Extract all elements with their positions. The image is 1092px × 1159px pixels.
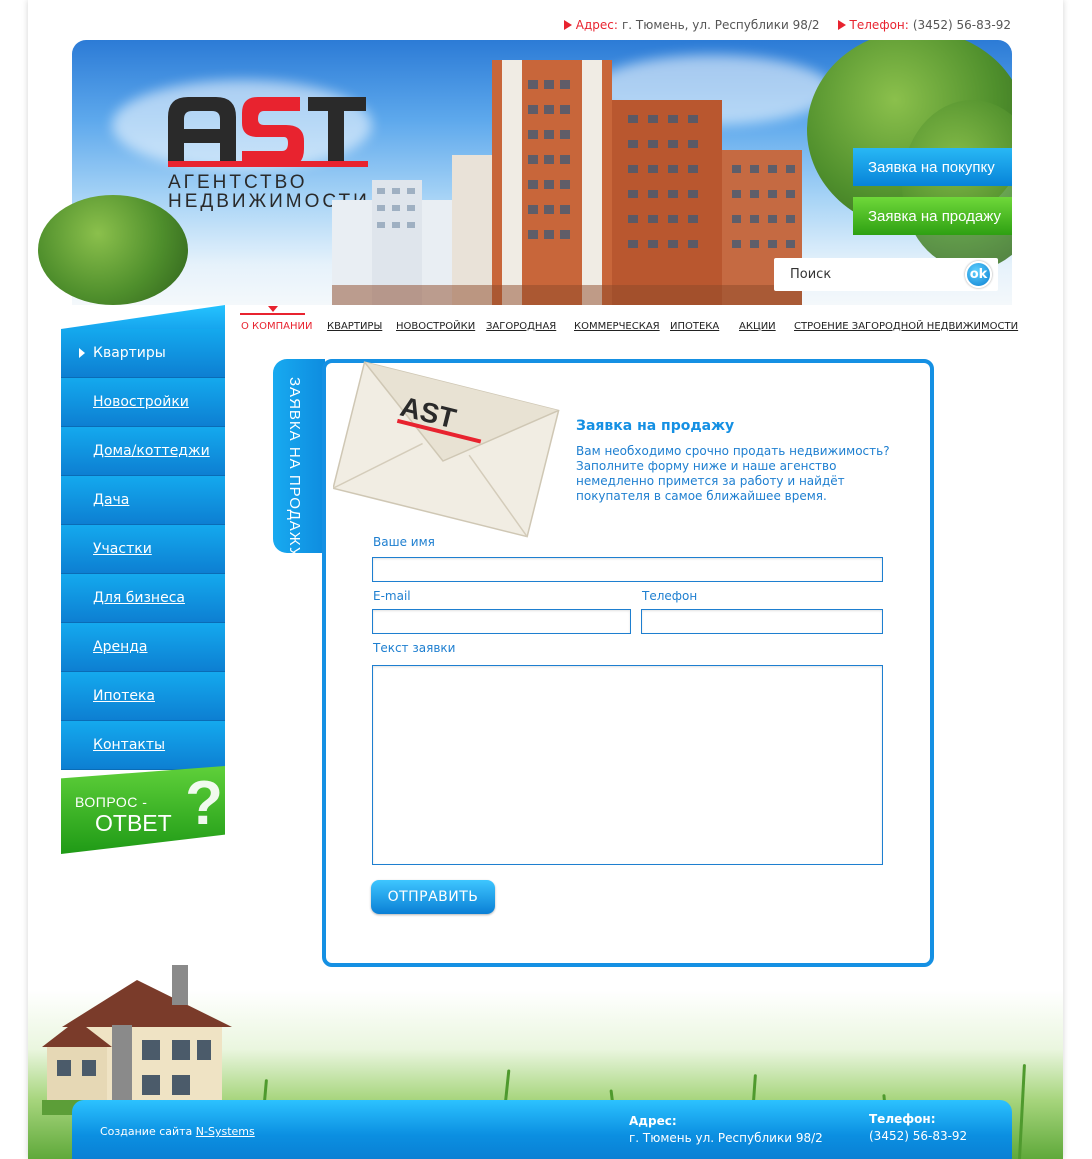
sidebar-item-dacha[interactable]: Дача bbox=[61, 476, 225, 525]
caret-down-icon bbox=[268, 306, 278, 312]
sidebar-item-label: Квартиры bbox=[93, 345, 166, 361]
footer-credit-link[interactable]: N-Systems bbox=[196, 1125, 255, 1138]
footer: Создание сайта N-Systems Адрес: г. Тюмен… bbox=[72, 1100, 1012, 1159]
faq-line2: ОТВЕТ bbox=[95, 810, 172, 836]
question-mark-icon: ? bbox=[185, 769, 223, 838]
sidebar-item-contacts[interactable]: Контакты bbox=[61, 721, 225, 770]
sidebar-item-business[interactable]: Для бизнеса bbox=[61, 574, 225, 623]
footer-address-label: Адрес: bbox=[629, 1114, 677, 1128]
phone-label: Телефон bbox=[642, 589, 698, 603]
sidebar-item-label: Контакты bbox=[93, 737, 166, 753]
footer-address-value: г. Тюмень ул. Республики 98/2 bbox=[629, 1131, 823, 1145]
sidebar-item-apartments[interactable]: Квартиры bbox=[61, 329, 225, 378]
top-contact-bar: Адрес: г. Тюмень, ул. Республики 98/2 Те… bbox=[563, 18, 1011, 32]
nav-mortgage[interactable]: ИПОТЕКА bbox=[670, 321, 719, 332]
sidebar-item-label: Дома/коттеджи bbox=[93, 443, 210, 459]
top-address-value: г. Тюмень, ул. Республики 98/2 bbox=[621, 18, 820, 32]
house-illustration bbox=[42, 965, 242, 1115]
submit-button[interactable]: ОТПРАВИТЬ bbox=[371, 880, 495, 914]
top-navigation: О КОМПАНИИ КВАРТИРЫ НОВОСТРОЙКИ ЗАГОРОДН… bbox=[240, 306, 1020, 343]
request-text-field[interactable] bbox=[372, 665, 883, 865]
sidebar-item-label: Аренда bbox=[93, 639, 148, 655]
search-box[interactable]: Поиск ok bbox=[774, 258, 998, 291]
sidebar-item-rent[interactable]: Аренда bbox=[61, 623, 225, 672]
sidebar: Квартиры Новостройки Дома/коттеджи Дача … bbox=[61, 305, 225, 770]
page: Адрес: г. Тюмень, ул. Республики 98/2 Те… bbox=[28, 0, 1063, 1159]
sidebar-item-plots[interactable]: Участки bbox=[61, 525, 225, 574]
form-vertical-tab: ЗАЯВКА НА ПРОДАЖУ bbox=[273, 359, 325, 557]
envelope-icon: AST bbox=[333, 361, 560, 538]
nav-commercial[interactable]: КОММЕРЧЕСКАЯ bbox=[574, 321, 660, 332]
form-tab-label: ЗАЯВКА НА ПРОДАЖУ bbox=[286, 377, 303, 558]
top-address: Адрес: г. Тюмень, ул. Республики 98/2 bbox=[563, 18, 820, 32]
footer-phone: Телефон: (3452) 56-83-92 bbox=[869, 1111, 967, 1145]
sidebar-item-houses[interactable]: Дома/коттеджи bbox=[61, 427, 225, 476]
nav-suburban[interactable]: ЗАГОРОДНАЯ bbox=[486, 321, 556, 332]
active-nav-indicator bbox=[240, 313, 305, 315]
nav-suburban-construction[interactable]: СТРОЕНИЕ ЗАГОРОДНОЙ НЕДВИЖИМОСТИ bbox=[794, 321, 1018, 332]
grass-blade bbox=[1018, 1064, 1026, 1159]
request-text-label: Текст заявки bbox=[373, 641, 456, 655]
nav-new-buildings[interactable]: НОВОСТРОЙКИ bbox=[396, 321, 475, 332]
footer-address: Адрес: г. Тюмень ул. Республики 98/2 bbox=[629, 1113, 823, 1147]
phone-field[interactable] bbox=[641, 609, 883, 634]
faq-line1: ВОПРОС - bbox=[75, 794, 148, 810]
sell-request-button[interactable]: Заявка на продажу bbox=[853, 197, 1012, 235]
name-label: Ваше имя bbox=[373, 535, 435, 549]
footer-credit: Создание сайта N-Systems bbox=[100, 1125, 255, 1138]
header-banner: АГЕНТСТВО НЕДВИЖИМОСТИ Заявка на покупку… bbox=[72, 40, 1012, 305]
buildings-illustration bbox=[332, 60, 802, 305]
top-phone: Телефон: (3452) 56-83-92 bbox=[837, 18, 1011, 32]
arrow-right-icon bbox=[79, 348, 85, 358]
sidebar-item-mortgage[interactable]: Ипотека bbox=[61, 672, 225, 721]
arrow-right-icon bbox=[837, 20, 846, 30]
sidebar-top-cap bbox=[61, 305, 225, 329]
form-title: Заявка на продажу bbox=[576, 418, 735, 434]
sidebar-item-label: Участки bbox=[93, 541, 152, 557]
nav-about[interactable]: О КОМПАНИИ bbox=[241, 321, 313, 332]
sidebar-item-label: Дача bbox=[93, 492, 130, 508]
email-label: E-mail bbox=[373, 589, 411, 603]
buy-request-button[interactable]: Заявка на покупку bbox=[853, 148, 1012, 186]
footer-credit-prefix: Создание сайта bbox=[100, 1125, 193, 1138]
nav-promotions[interactable]: АКЦИИ bbox=[739, 321, 776, 332]
search-input[interactable]: Поиск bbox=[790, 267, 831, 282]
nav-apartments[interactable]: КВАРТИРЫ bbox=[327, 321, 382, 332]
form-description: Вам необходимо срочно продать недвижимос… bbox=[576, 444, 890, 503]
footer-phone-value: (3452) 56-83-92 bbox=[869, 1129, 968, 1143]
arrow-right-icon bbox=[563, 20, 572, 30]
name-field[interactable] bbox=[372, 557, 883, 582]
sidebar-item-label: Ипотека bbox=[93, 688, 155, 704]
sidebar-item-new-buildings[interactable]: Новостройки bbox=[61, 378, 225, 427]
top-phone-value: (3452) 56-83-92 bbox=[912, 18, 1011, 32]
top-address-label: Адрес: bbox=[575, 18, 618, 32]
faq-banner[interactable]: ВОПРОС - ОТВЕТ ? bbox=[61, 766, 225, 854]
tree-decoration bbox=[38, 195, 188, 305]
footer-phone-label: Телефон: bbox=[869, 1112, 936, 1126]
top-phone-label: Телефон: bbox=[849, 18, 909, 32]
email-field[interactable] bbox=[372, 609, 631, 634]
sidebar-item-label: Для бизнеса bbox=[93, 590, 185, 606]
sidebar-item-label: Новостройки bbox=[93, 394, 189, 410]
search-submit-button[interactable]: ok bbox=[965, 261, 992, 288]
